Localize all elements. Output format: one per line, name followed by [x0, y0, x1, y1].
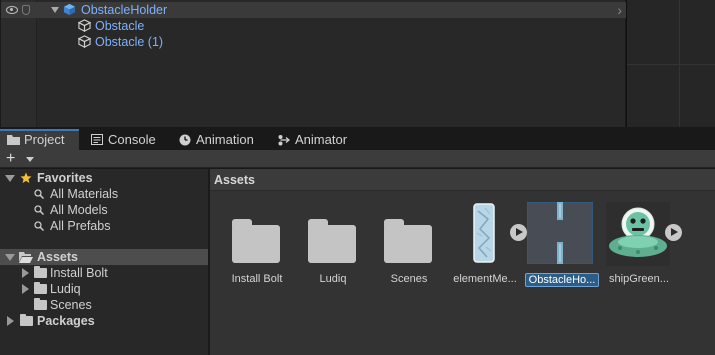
prefab-cube-icon — [63, 3, 76, 16]
tree-item-all-models[interactable]: All Models — [0, 202, 208, 218]
tab-project[interactable]: Project — [0, 129, 79, 150]
create-button[interactable]: + — [6, 150, 15, 168]
tree-item-assets[interactable]: Assets — [0, 249, 208, 265]
console-icon — [91, 134, 103, 145]
tree-label: Scenes — [50, 298, 92, 312]
tree-item-install-bolt[interactable]: Install Bolt — [0, 265, 208, 281]
hierarchy-panel: ObstacleHolder › Obstacle Obstacle (1) — [0, 0, 626, 127]
tab-console[interactable]: Console — [84, 129, 170, 150]
asset-label: ObstacleHo... — [525, 273, 599, 287]
hierarchy-child-label: Obstacle — [95, 19, 145, 33]
folder-icon — [384, 219, 432, 263]
hierarchy-root-label: ObstacleHolder — [81, 3, 168, 17]
grid-line — [627, 64, 715, 65]
search-icon — [34, 221, 44, 231]
asset-sprite-ship-green[interactable]: shipGreen... — [600, 175, 682, 285]
project-toolbar: + — [0, 150, 715, 168]
tab-label: Project — [24, 132, 65, 147]
tree-label: Favorites — [37, 171, 93, 185]
pickable-hand-icon[interactable] — [22, 5, 30, 15]
folder-icon — [34, 282, 47, 294]
plus-icon: + — [6, 150, 16, 167]
expand-arrow-icon[interactable] — [22, 284, 29, 294]
search-icon — [34, 205, 44, 215]
asset-label: Ludiq — [319, 273, 347, 285]
tree-label: Ludiq — [50, 282, 81, 296]
asset-label: Install Bolt — [231, 273, 283, 285]
tree-item-ludiq[interactable]: Ludiq — [0, 281, 208, 297]
expand-arrow-icon[interactable] — [22, 268, 29, 278]
expand-arrow-icon[interactable] — [51, 7, 59, 13]
prefab-preview-icon — [527, 202, 593, 264]
asset-label: Scenes — [390, 273, 428, 285]
expand-arrow-icon[interactable] — [5, 254, 15, 261]
gameobject-cube-icon — [78, 19, 91, 32]
star-icon — [20, 172, 32, 183]
asset-folder-scenes[interactable]: Scenes — [370, 175, 448, 285]
ice-sprite-icon — [473, 203, 495, 263]
folder-icon — [7, 135, 20, 145]
tree-item-all-prefabs[interactable]: All Prefabs — [0, 218, 208, 234]
folder-icon — [34, 298, 47, 310]
asset-prefab-obstacleholder[interactable]: ObstacleHo... — [523, 175, 601, 287]
chevron-down-icon[interactable] — [26, 157, 34, 162]
asset-browser: Assets Install Bolt Ludiq Scenes element… — [210, 169, 715, 355]
tab-animator[interactable]: Animator — [271, 129, 363, 150]
tree-label: Install Bolt — [50, 266, 108, 280]
tree-label: Assets — [37, 250, 78, 264]
grid-line — [679, 0, 680, 127]
alien-ship-sprite-icon — [606, 202, 670, 266]
asset-sprite-element[interactable]: elementMe... — [446, 175, 527, 285]
open-folder-icon — [19, 252, 33, 263]
project-folder-tree: Favorites All Materials All Models All P… — [0, 169, 209, 355]
tree-item-packages[interactable]: Packages — [0, 313, 208, 329]
hierarchy-child-label: Obstacle (1) — [95, 35, 164, 49]
folder-icon — [308, 219, 356, 263]
tab-label: Animator — [295, 132, 348, 147]
asset-label: elementMe... — [453, 273, 517, 285]
tree-item-scenes[interactable]: Scenes — [0, 297, 208, 313]
gameobject-cube-icon — [78, 35, 91, 48]
hierarchy-row-obstacle[interactable]: Obstacle — [1, 18, 626, 34]
tree-label: All Prefabs — [50, 219, 111, 233]
clock-icon — [179, 134, 191, 146]
tab-animation[interactable]: Animation — [172, 129, 270, 150]
editor-tab-bar: Project Console Animation Animator — [0, 129, 715, 150]
tree-label: All Models — [50, 203, 108, 217]
tab-label: Console — [108, 132, 156, 147]
tree-item-favorites[interactable]: Favorites — [0, 170, 208, 186]
folder-icon — [232, 219, 280, 263]
asset-label: shipGreen... — [609, 273, 669, 285]
tab-label: Animation — [196, 132, 254, 147]
expand-arrow-icon[interactable] — [7, 316, 14, 326]
folder-icon — [34, 266, 47, 278]
animator-icon — [278, 135, 290, 146]
asset-folder-ludiq[interactable]: Ludiq — [294, 175, 372, 285]
tree-label: Packages — [37, 314, 95, 328]
asset-folder-install-bolt[interactable]: Install Bolt — [218, 175, 296, 285]
visibility-eye-icon[interactable] — [6, 6, 18, 14]
hierarchy-row-obstacle-1[interactable]: Obstacle (1) — [1, 34, 626, 50]
folder-icon — [20, 314, 33, 326]
scene-view-edge[interactable] — [626, 0, 715, 127]
tree-label: All Materials — [50, 187, 119, 201]
tree-item-all-materials[interactable]: All Materials — [0, 186, 208, 202]
chevron-right-icon[interactable]: › — [617, 2, 622, 18]
hierarchy-row-obstacleholder[interactable]: ObstacleHolder › — [1, 2, 626, 18]
search-icon — [34, 189, 44, 199]
expand-arrow-icon[interactable] — [5, 175, 15, 182]
play-icon[interactable] — [665, 224, 682, 241]
